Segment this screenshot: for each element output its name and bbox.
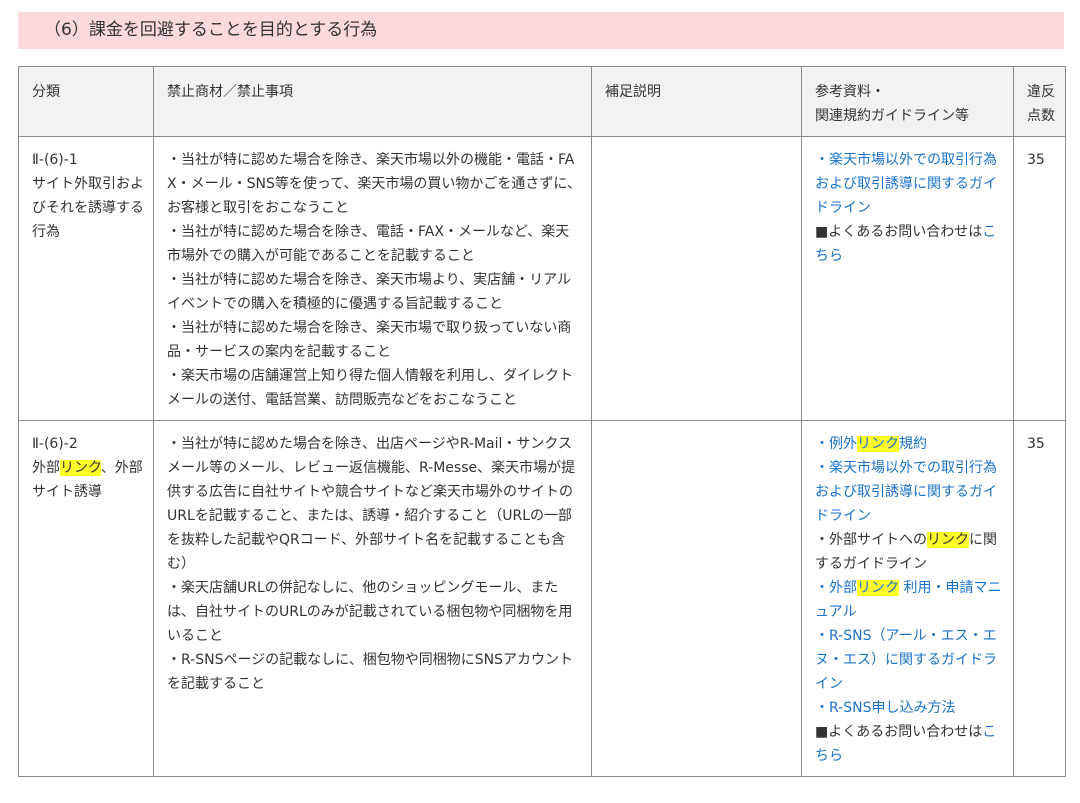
reference-item: ・R-SNS申し込み方法 bbox=[815, 696, 1004, 720]
category-name-text: 外部 bbox=[32, 460, 60, 476]
points-cell: 35 bbox=[1013, 420, 1066, 777]
link-text[interactable]: 規約 bbox=[899, 436, 927, 452]
ref-link-prefix[interactable]: ・ bbox=[815, 580, 829, 596]
header-points: 違反 点数 bbox=[1013, 66, 1066, 137]
reference-item: ・R-SNS（アール・エス・エヌ・エス）に関するガイドライン bbox=[815, 624, 1004, 696]
reference-item: ・外部サイトへのリンクに関するガイドライン bbox=[815, 528, 1004, 576]
prohibited-item: ・当社が特に認めた場合を除き、楽天市場より、実店舗・リアルイベントでの購入を積極… bbox=[167, 272, 572, 312]
rule-id: Ⅱ-(6)-2 bbox=[32, 436, 78, 452]
prohibited-item: ・楽天市場の店舗運営上知り得た個人情報を利用し、ダイレクトメールの送付、電話営業… bbox=[167, 368, 573, 408]
ref-link-prefix[interactable]: ・ bbox=[815, 628, 829, 644]
reference-item: ・例外リンク規約 bbox=[815, 432, 1004, 456]
reference-item: ・楽天市場以外での取引行為および取引誘導に関するガイドライン bbox=[815, 456, 1004, 528]
header-references-line2: 関連規約ガイドライン等 bbox=[815, 108, 969, 124]
reference-item: ・楽天市場以外での取引行為および取引誘導に関するガイドライン bbox=[815, 148, 1004, 220]
header-points-line2: 点数 bbox=[1027, 108, 1055, 124]
prohibited-cell: ・当社が特に認めた場合を除き、楽天市場以外の機能・電話・FAX・メール・SNS等… bbox=[153, 136, 592, 421]
faq-text: ■よくあるお問い合わせは bbox=[815, 224, 983, 240]
prohibited-item: ・当社が特に認めた場合を除き、楽天市場で取り扱っていない商品・サービスの案内を記… bbox=[167, 320, 572, 360]
ref-link-rsns-guideline[interactable]: R-SNS（アール・エス・エヌ・エス）に関するガイドライン bbox=[815, 628, 997, 692]
search-highlight: リンク bbox=[60, 460, 101, 476]
search-highlight[interactable]: リンク bbox=[857, 580, 899, 596]
link-text[interactable]: 例外 bbox=[829, 436, 857, 452]
prohibited-item: ・当社が特に認めた場合を除き、電話・FAX・メールなど、楽天市場外での購入が可能… bbox=[167, 224, 570, 264]
supplement-cell bbox=[591, 136, 802, 421]
prohibited-item: ・当社が特に認めた場合を除き、出店ページやR-Mail・サンクスメール等のメール… bbox=[167, 436, 576, 572]
header-points-line1: 違反 bbox=[1027, 84, 1055, 100]
ref-link-prefix[interactable]: ・ bbox=[815, 700, 829, 716]
prohibited-cell: ・当社が特に認めた場合を除き、出店ページやR-Mail・サンクスメール等のメール… bbox=[153, 420, 592, 777]
prohibited-item: ・楽天店舗URLの併記なしに、他のショッピングモール、または、自社サイトのURL… bbox=[167, 580, 573, 644]
ref-link-prefix[interactable]: ・ bbox=[815, 436, 829, 452]
prohibited-item: ・R-SNSページの記載なしに、梱包物や同梱物にSNSアカウントを記載すること bbox=[167, 652, 574, 692]
reference-faq: ■よくあるお問い合わせはこちら bbox=[815, 220, 1004, 268]
prohibited-item: ・当社が特に認めた場合を除き、楽天市場以外の機能・電話・FAX・メール・SNS等… bbox=[167, 152, 582, 216]
header-supplement: 補足説明 bbox=[591, 66, 802, 137]
section-title: （6）課金を回避することを目的とする行為 bbox=[18, 12, 1064, 49]
table-header-row: 分類 禁止商材／禁止事項 補足説明 参考資料・ 関連規約ガイドライン等 違反 点… bbox=[18, 66, 1066, 137]
references-cell: ・例外リンク規約 ・楽天市場以外での取引行為および取引誘導に関するガイドライン … bbox=[801, 420, 1014, 777]
table-row: Ⅱ-(6)-1 サイト外取引およびそれを誘導する行為 ・当社が特に認めた場合を除… bbox=[18, 136, 1066, 421]
references-cell: ・楽天市場以外での取引行為および取引誘導に関するガイドライン ■よくあるお問い合… bbox=[801, 136, 1014, 421]
rule-category-name: サイト外取引およびそれを誘導する行為 bbox=[32, 176, 144, 240]
table-row: Ⅱ-(6)-2 外部リンク、外部サイト誘導 ・当社が特に認めた場合を除き、出店ペ… bbox=[18, 420, 1066, 777]
search-highlight: リンク bbox=[927, 532, 969, 548]
ref-link-external-link-manual[interactable]: 外部リンク 利用・申請マニュアル bbox=[815, 580, 1001, 620]
category-cell: Ⅱ-(6)-2 外部リンク、外部サイト誘導 bbox=[18, 420, 154, 777]
faq-text: ■よくあるお問い合わせは bbox=[815, 724, 983, 740]
category-cell: Ⅱ-(6)-1 サイト外取引およびそれを誘導する行為 bbox=[18, 136, 154, 421]
ref-link-prefix[interactable]: ・ bbox=[815, 152, 829, 168]
ref-link-offsite-transaction-guideline[interactable]: 楽天市場以外での取引行為および取引誘導に関するガイドライン bbox=[815, 152, 997, 216]
points-cell: 35 bbox=[1013, 136, 1066, 421]
rules-table: 分類 禁止商材／禁止事項 補足説明 参考資料・ 関連規約ガイドライン等 違反 点… bbox=[18, 66, 1066, 777]
ref-link-exception-link-terms[interactable]: 例外リンク規約 bbox=[829, 436, 927, 452]
header-references-line1: 参考資料・ bbox=[815, 84, 885, 100]
header-category: 分類 bbox=[18, 66, 154, 137]
rule-id: Ⅱ-(6)-1 bbox=[32, 152, 78, 168]
ref-link-prefix[interactable]: ・ bbox=[815, 460, 829, 476]
search-highlight[interactable]: リンク bbox=[857, 436, 899, 452]
ref-link-offsite-transaction-guideline[interactable]: 楽天市場以外での取引行為および取引誘導に関するガイドライン bbox=[815, 460, 997, 524]
reference-faq: ■よくあるお問い合わせはこちら bbox=[815, 720, 1004, 768]
ref-link-rsns-application[interactable]: R-SNS申し込み方法 bbox=[829, 700, 955, 716]
header-prohibited: 禁止商材／禁止事項 bbox=[153, 66, 592, 137]
reference-item: ・外部リンク 利用・申請マニュアル bbox=[815, 576, 1004, 624]
header-references: 参考資料・ 関連規約ガイドライン等 bbox=[801, 66, 1014, 137]
link-text[interactable]: 外部 bbox=[829, 580, 857, 596]
supplement-cell bbox=[591, 420, 802, 777]
reference-text: ・外部サイトへの bbox=[815, 532, 927, 548]
rule-category-name: 外部リンク、外部サイト誘導 bbox=[32, 460, 143, 500]
